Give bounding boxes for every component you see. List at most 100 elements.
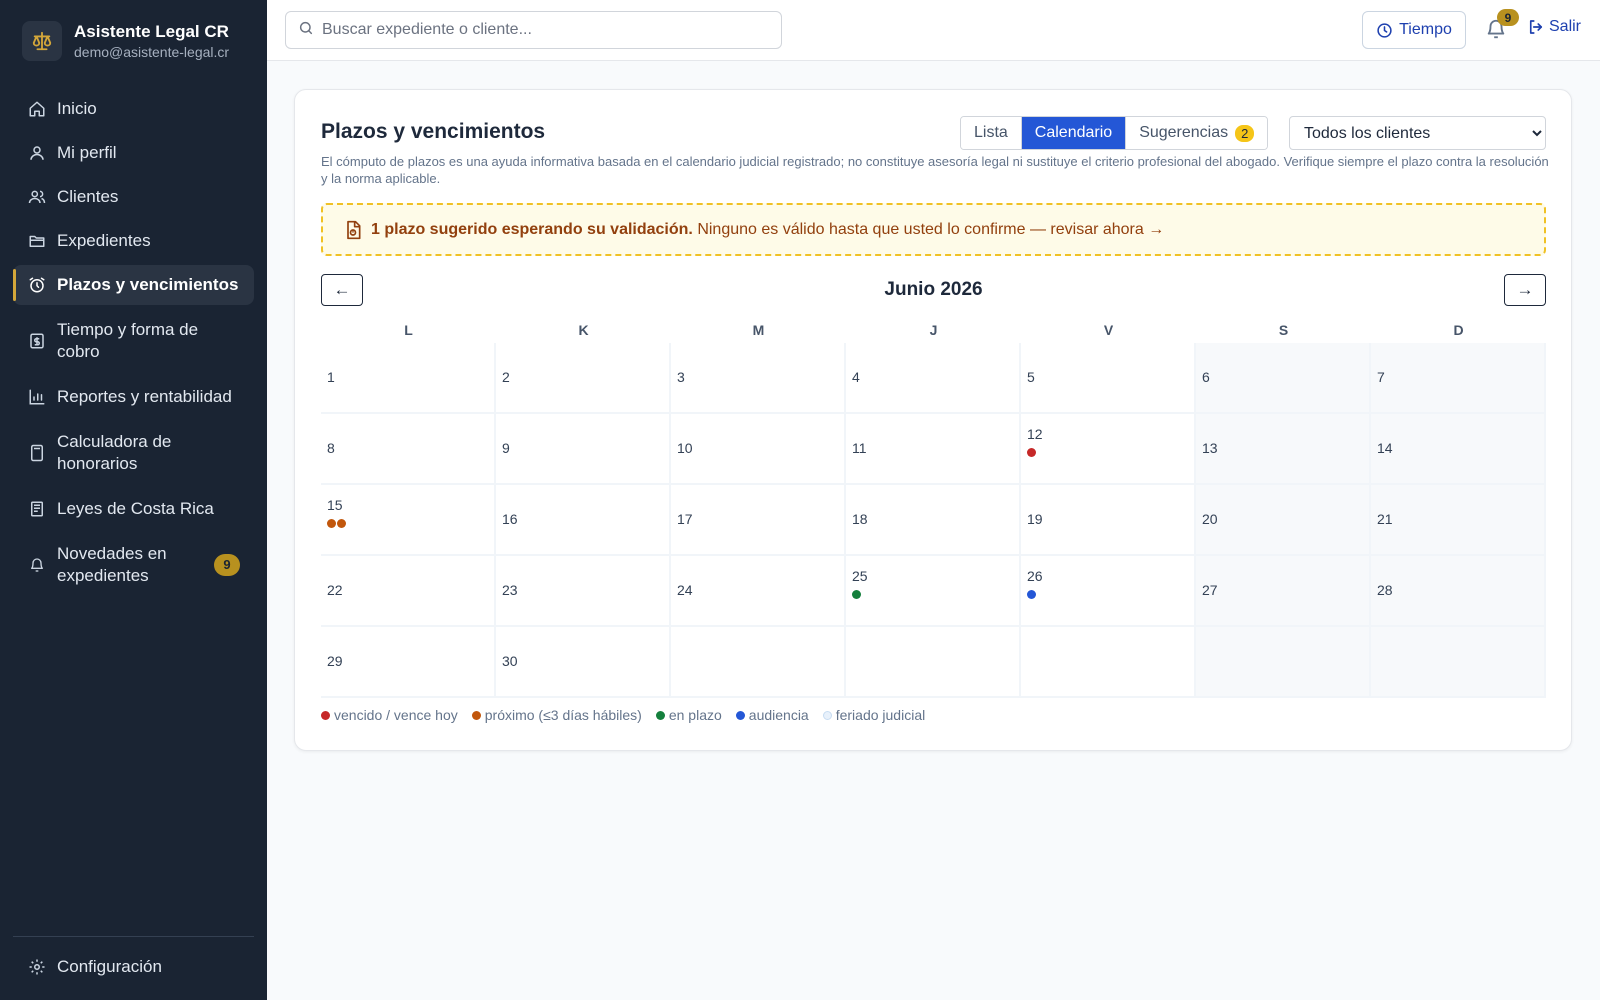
alarm-clock-icon: [27, 275, 47, 295]
legend-item-feriado: feriado judicial: [822, 707, 926, 723]
calendar-day-cell[interactable]: 11: [846, 414, 1021, 485]
calendar-day-cell[interactable]: 15: [321, 485, 496, 556]
tab-calendario[interactable]: Calendario: [1021, 117, 1127, 149]
sidebar-nav: Inicio Mi perfil Clientes Expedientes Pl…: [13, 87, 254, 599]
bar-chart-icon: [27, 387, 47, 407]
calendar-day-cell[interactable]: 14: [1371, 414, 1546, 485]
calendar-day-cell[interactable]: 13: [1196, 414, 1371, 485]
weekday-label: V: [1103, 322, 1114, 338]
day-number: 23: [502, 582, 518, 598]
event-dot-en-plazo[interactable]: [852, 590, 861, 599]
sidebar-item-calculadora[interactable]: Calculadora de honorarios: [13, 419, 254, 487]
day-number: 18: [852, 511, 868, 527]
legend-label: próximo (≤3 días hábiles): [484, 707, 642, 723]
sidebar-item-novedades[interactable]: Novedades en expedientes 9: [13, 531, 254, 599]
calendar-day-cell[interactable]: 8: [321, 414, 496, 485]
sidebar-item-mi-perfil[interactable]: Mi perfil: [13, 131, 254, 175]
day-number: 11: [852, 440, 867, 456]
calendar-day-cell[interactable]: 20: [1196, 485, 1371, 556]
calendar-day-cell[interactable]: 9: [496, 414, 671, 485]
calendar-day-cell[interactable]: 24: [671, 556, 846, 627]
calendar-day-cell[interactable]: 1: [321, 343, 496, 414]
client-filter-select[interactable]: Todos los clientes: [1289, 116, 1546, 150]
pending-suggestion-alert[interactable]: 1 plazo sugerido esperando su validación…: [321, 203, 1546, 256]
legend-dot: [735, 710, 745, 720]
view-toggle: Lista Calendario Sugerencias 2: [960, 116, 1269, 150]
day-number: 2: [502, 369, 510, 385]
calendar-day-cell[interactable]: 4: [846, 343, 1021, 414]
search-input[interactable]: [322, 21, 762, 39]
sidebar-item-expedientes[interactable]: Expedientes: [13, 219, 254, 263]
calendar-day-cell[interactable]: 7: [1371, 343, 1546, 414]
home-icon: [27, 99, 47, 119]
notifications-count-badge: 9: [1497, 9, 1519, 26]
calendar-day-cell[interactable]: 10: [671, 414, 846, 485]
event-dot-proximo[interactable]: [327, 519, 336, 528]
sidebar-item-configuracion[interactable]: Configuración: [13, 954, 254, 980]
calendar-day-cell[interactable]: 18: [846, 485, 1021, 556]
calendar-day-cell[interactable]: 19: [1021, 485, 1196, 556]
document-alert-icon: [347, 220, 361, 239]
brand-email: demo@asistente-legal.cr: [74, 44, 230, 60]
calendar-day-cell[interactable]: 29: [321, 627, 496, 698]
event-dots: [1027, 448, 1036, 457]
sidebar-item-label: Mi perfil: [57, 143, 117, 162]
calendar-day-cell[interactable]: 22: [321, 556, 496, 627]
day-number: 19: [1027, 511, 1043, 527]
calendar-day-cell[interactable]: 16: [496, 485, 671, 556]
legend-label: vencido / vence hoy: [334, 707, 458, 723]
sidebar-item-clientes[interactable]: Clientes: [13, 175, 254, 219]
day-number: 22: [327, 582, 343, 598]
next-month-button[interactable]: →: [1504, 274, 1546, 306]
sidebar-item-tiempo-cobro[interactable]: Tiempo y forma de cobro: [13, 307, 254, 375]
event-dot-proximo[interactable]: [337, 519, 346, 528]
calendar-day-cell[interactable]: 5: [1021, 343, 1196, 414]
calendar-day-cell[interactable]: 30: [496, 627, 671, 698]
time-button-label: Tiempo: [1399, 21, 1452, 38]
sidebar-item-label: Plazos y vencimientos: [57, 275, 239, 294]
day-number: 29: [327, 653, 343, 669]
folder-icon: [27, 231, 47, 251]
day-number: 21: [1377, 511, 1393, 527]
sidebar-item-inicio[interactable]: Inicio: [13, 87, 254, 131]
day-number: 17: [677, 511, 693, 527]
calendar-legend: vencido / vence hoy próximo (≤3 días hábi…: [321, 707, 939, 723]
brand: Asistente Legal CR demo@asistente-legal.…: [22, 21, 229, 61]
calendar-day-cell[interactable]: 27: [1196, 556, 1371, 627]
calendar-day-cell[interactable]: 17: [671, 485, 846, 556]
day-number: 3: [677, 369, 685, 385]
day-number: 6: [1202, 369, 1210, 385]
calendar-day-cell[interactable]: 3: [671, 343, 846, 414]
calendar-day-cell[interactable]: 28: [1371, 556, 1546, 627]
search-box[interactable]: [285, 11, 782, 49]
day-number: 12: [1027, 426, 1043, 442]
day-number: 27: [1202, 582, 1218, 598]
calendar-day-cell[interactable]: 6: [1196, 343, 1371, 414]
calendar-day-cell[interactable]: 21: [1371, 485, 1546, 556]
calendar-day-cell[interactable]: 12: [1021, 414, 1196, 485]
calendar-day-cell[interactable]: 2: [496, 343, 671, 414]
sidebar-item-plazos[interactable]: Plazos y vencimientos: [13, 265, 254, 305]
calendar-empty-cell: [1021, 627, 1196, 698]
tab-label: Calendario: [1034, 124, 1113, 141]
gear-icon: [27, 957, 47, 977]
alert-strong-text: 1 plazo sugerido esperando su validación…: [371, 220, 693, 238]
calendar-day-cell[interactable]: 26: [1021, 556, 1196, 627]
novedades-count-badge: 9: [214, 554, 240, 576]
weekday-label: M: [752, 322, 765, 338]
legend-label: feriado judicial: [835, 707, 926, 723]
calendar-day-cell[interactable]: 25: [846, 556, 1021, 627]
legend-dot: [655, 710, 665, 720]
day-number: 9: [502, 440, 510, 456]
logout-button[interactable]: Salir: [1527, 18, 1581, 36]
calendar-day-cell[interactable]: 23: [496, 556, 671, 627]
event-dot-audiencia[interactable]: [1027, 590, 1036, 599]
sidebar-item-reportes[interactable]: Reportes y rentabilidad: [13, 375, 254, 419]
time-button[interactable]: Tiempo: [1362, 11, 1466, 49]
tab-lista[interactable]: Lista: [961, 117, 1022, 149]
user-icon: [27, 143, 47, 163]
calendar-empty-cell: [1371, 627, 1546, 698]
event-dot-vencido[interactable]: [1027, 448, 1036, 457]
tab-sugerencias[interactable]: Sugerencias 2: [1126, 117, 1268, 149]
sidebar-item-leyes[interactable]: Leyes de Costa Rica: [13, 487, 254, 531]
